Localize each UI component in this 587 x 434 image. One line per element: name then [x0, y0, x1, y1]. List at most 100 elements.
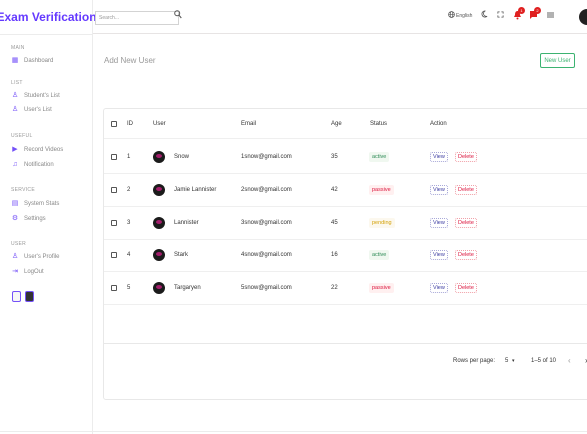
row-divider: [104, 206, 587, 207]
rows-per-page-select[interactable]: 5 ▾: [505, 358, 515, 364]
view-button[interactable]: View: [430, 283, 448, 293]
sidebar-item-label: Notification: [24, 162, 54, 168]
row-divider: [104, 271, 587, 272]
notification-badge: 1: [518, 7, 525, 14]
column-header-user[interactable]: User: [153, 121, 166, 127]
sidebar-item-label: LogOut: [24, 269, 44, 275]
cell-email: 4snow@gmail.com: [241, 252, 292, 258]
row-checkbox[interactable]: [111, 285, 117, 291]
list-icon[interactable]: [547, 12, 554, 18]
cell-user: Lannister: [174, 220, 199, 226]
row-checkbox[interactable]: [111, 154, 117, 160]
user-avatar: [153, 217, 165, 229]
column-header-id[interactable]: ID: [127, 121, 133, 127]
chat-icon[interactable]: 2: [529, 7, 541, 20]
sidebar-item-users[interactable]: ♙ User's List: [11, 105, 52, 115]
view-button[interactable]: View: [430, 250, 448, 260]
person-icon: ♙: [11, 106, 19, 113]
cell-email: 5snow@gmail.com: [241, 285, 292, 291]
user-avatar: [153, 249, 165, 261]
cell-id: 5: [127, 285, 131, 291]
cell-age: 16: [331, 252, 338, 258]
sidebar-item-profile[interactable]: ♙ User's Profile: [11, 252, 60, 262]
section-title-list: LIST: [11, 80, 23, 86]
status-badge: active: [369, 250, 390, 260]
delete-button[interactable]: Delete: [455, 250, 477, 260]
person-outline-icon: ♙: [11, 92, 19, 99]
dark-mode-icon[interactable]: [481, 10, 488, 18]
cell-age: 42: [331, 187, 338, 193]
row-divider: [104, 304, 587, 305]
sidebar-item-label: Dashboard: [24, 58, 54, 64]
notification-icon[interactable]: 1: [513, 7, 525, 20]
gear-icon: ⚙: [11, 215, 19, 222]
row-divider: [104, 173, 587, 174]
sidebar-item-label: User's List: [24, 107, 52, 113]
sidebar-item-record-videos[interactable]: ▶ Record Videos: [11, 145, 63, 155]
view-button[interactable]: View: [430, 218, 448, 228]
rows-per-page-label: Rows per page:: [453, 358, 496, 364]
delete-button[interactable]: Delete: [455, 283, 477, 293]
cell-id: 4: [127, 252, 131, 258]
delete-button[interactable]: Delete: [455, 152, 477, 162]
sidebar-item-students[interactable]: ♙ Student's List: [11, 91, 60, 101]
status-badge: active: [369, 152, 390, 162]
new-user-button[interactable]: New User: [540, 53, 575, 68]
prev-page-button[interactable]: ‹: [568, 356, 571, 365]
sidebar-item-label: User's Profile: [24, 254, 60, 260]
chat-badge: 2: [534, 7, 541, 14]
search-icon[interactable]: [174, 10, 182, 21]
view-button[interactable]: View: [430, 185, 448, 195]
theme-dark-option[interactable]: [25, 291, 34, 302]
select-all-checkbox[interactable]: [111, 121, 117, 127]
cell-age: 45: [331, 220, 338, 226]
column-header-age[interactable]: Age: [331, 121, 342, 127]
row-checkbox[interactable]: [111, 220, 117, 226]
sidebar-item-settings[interactable]: ⚙ Settings: [11, 214, 46, 224]
sidebar-divider: [0, 34, 93, 35]
search-input[interactable]: [99, 15, 151, 21]
column-header-status[interactable]: Status: [370, 121, 387, 127]
cell-email: 3snow@gmail.com: [241, 220, 292, 226]
cell-email: 1snow@gmail.com: [241, 154, 292, 160]
sidebar-item-label: Student's List: [24, 93, 60, 99]
view-button[interactable]: View: [430, 152, 448, 162]
user-avatar: [153, 151, 165, 163]
delete-button[interactable]: Delete: [455, 185, 477, 195]
sidebar-item-notification[interactable]: ♫ Notification: [11, 160, 54, 170]
sidebar-item-logout[interactable]: ⇥ LogOut: [11, 267, 44, 277]
cell-id: 1: [127, 154, 131, 160]
status-badge: pending: [369, 218, 395, 228]
sidebar-item-system-stats[interactable]: ▤ System Stats: [11, 199, 60, 209]
app-logo[interactable]: Exam Verification: [0, 0, 97, 34]
cell-email: 2snow@gmail.com: [241, 187, 292, 193]
search-box: [95, 11, 179, 25]
delete-button[interactable]: Delete: [455, 218, 477, 228]
fullscreen-icon[interactable]: [497, 11, 504, 18]
column-header-email[interactable]: Email: [241, 121, 256, 127]
chevron-down-icon: ▾: [512, 358, 515, 364]
section-title-service: SERVICE: [11, 187, 35, 193]
language-selector[interactable]: English: [448, 11, 472, 20]
profile-icon: ♙: [11, 253, 19, 260]
section-title-useful: USEFUL: [11, 133, 33, 139]
cell-id: 2: [127, 187, 131, 193]
section-title-main: MAIN: [11, 45, 25, 51]
cell-age: 22: [331, 285, 338, 291]
cell-id: 3: [127, 220, 131, 226]
row-checkbox[interactable]: [111, 252, 117, 258]
theme-light-option[interactable]: [12, 291, 21, 302]
pagination-range: 1–5 of 10: [531, 358, 557, 364]
row-checkbox[interactable]: [111, 187, 117, 193]
language-icon: [448, 11, 455, 20]
cell-user: Snow: [174, 154, 190, 160]
cell-user: Stark: [174, 252, 189, 258]
video-icon: ▶: [12, 146, 18, 153]
sidebar-item-dashboard[interactable]: ▦ Dashboard: [11, 56, 54, 66]
column-header-action[interactable]: Action: [430, 121, 447, 127]
section-title-user: USER: [11, 241, 27, 247]
user-avatar: [153, 282, 165, 294]
sidebar-item-label: Settings: [24, 216, 46, 222]
page-title: Add New User: [104, 56, 156, 65]
status-badge: passive: [369, 283, 394, 293]
